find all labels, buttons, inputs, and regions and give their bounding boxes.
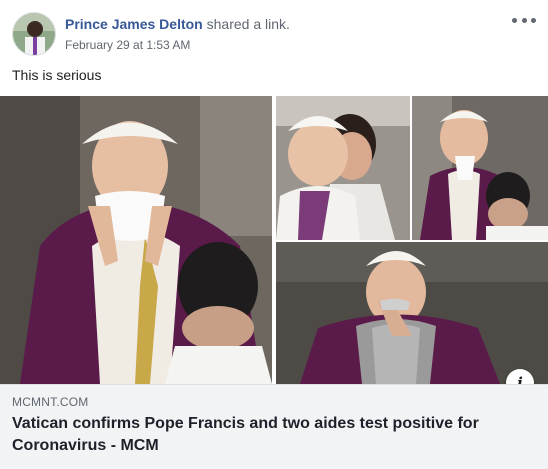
author-name-link[interactable]: Prince James Delton xyxy=(65,16,203,32)
photo-pope-coughing xyxy=(276,242,548,384)
link-preview-image[interactable] xyxy=(0,96,548,384)
post-header: Prince James Delton shared a link. xyxy=(65,16,290,32)
link-headline[interactable]: Vatican confirms Pope Francis and two ai… xyxy=(12,413,537,457)
photo-pope-kiss xyxy=(276,96,410,240)
ellipsis-icon xyxy=(521,17,527,23)
ellipsis-icon xyxy=(531,17,536,23)
link-domain: MCMNT.COM xyxy=(12,395,89,409)
more-options-button[interactable] xyxy=(512,12,536,28)
avatar[interactable] xyxy=(12,12,56,56)
share-action-text: shared a link. xyxy=(206,16,290,32)
post-message: This is serious xyxy=(12,67,102,83)
photo-collage xyxy=(0,96,548,384)
facebook-post: Prince James Delton shared a link. Febru… xyxy=(0,0,548,469)
ellipsis-icon xyxy=(512,17,517,23)
post-timestamp[interactable]: February 29 at 1:53 AM xyxy=(65,38,190,52)
link-preview-details[interactable]: MCMNT.COM Vatican confirms Pope Francis … xyxy=(0,384,548,469)
photo-pope-nose xyxy=(412,96,548,240)
photo-pope-covering-face xyxy=(0,96,272,384)
avatar-image xyxy=(13,13,55,55)
